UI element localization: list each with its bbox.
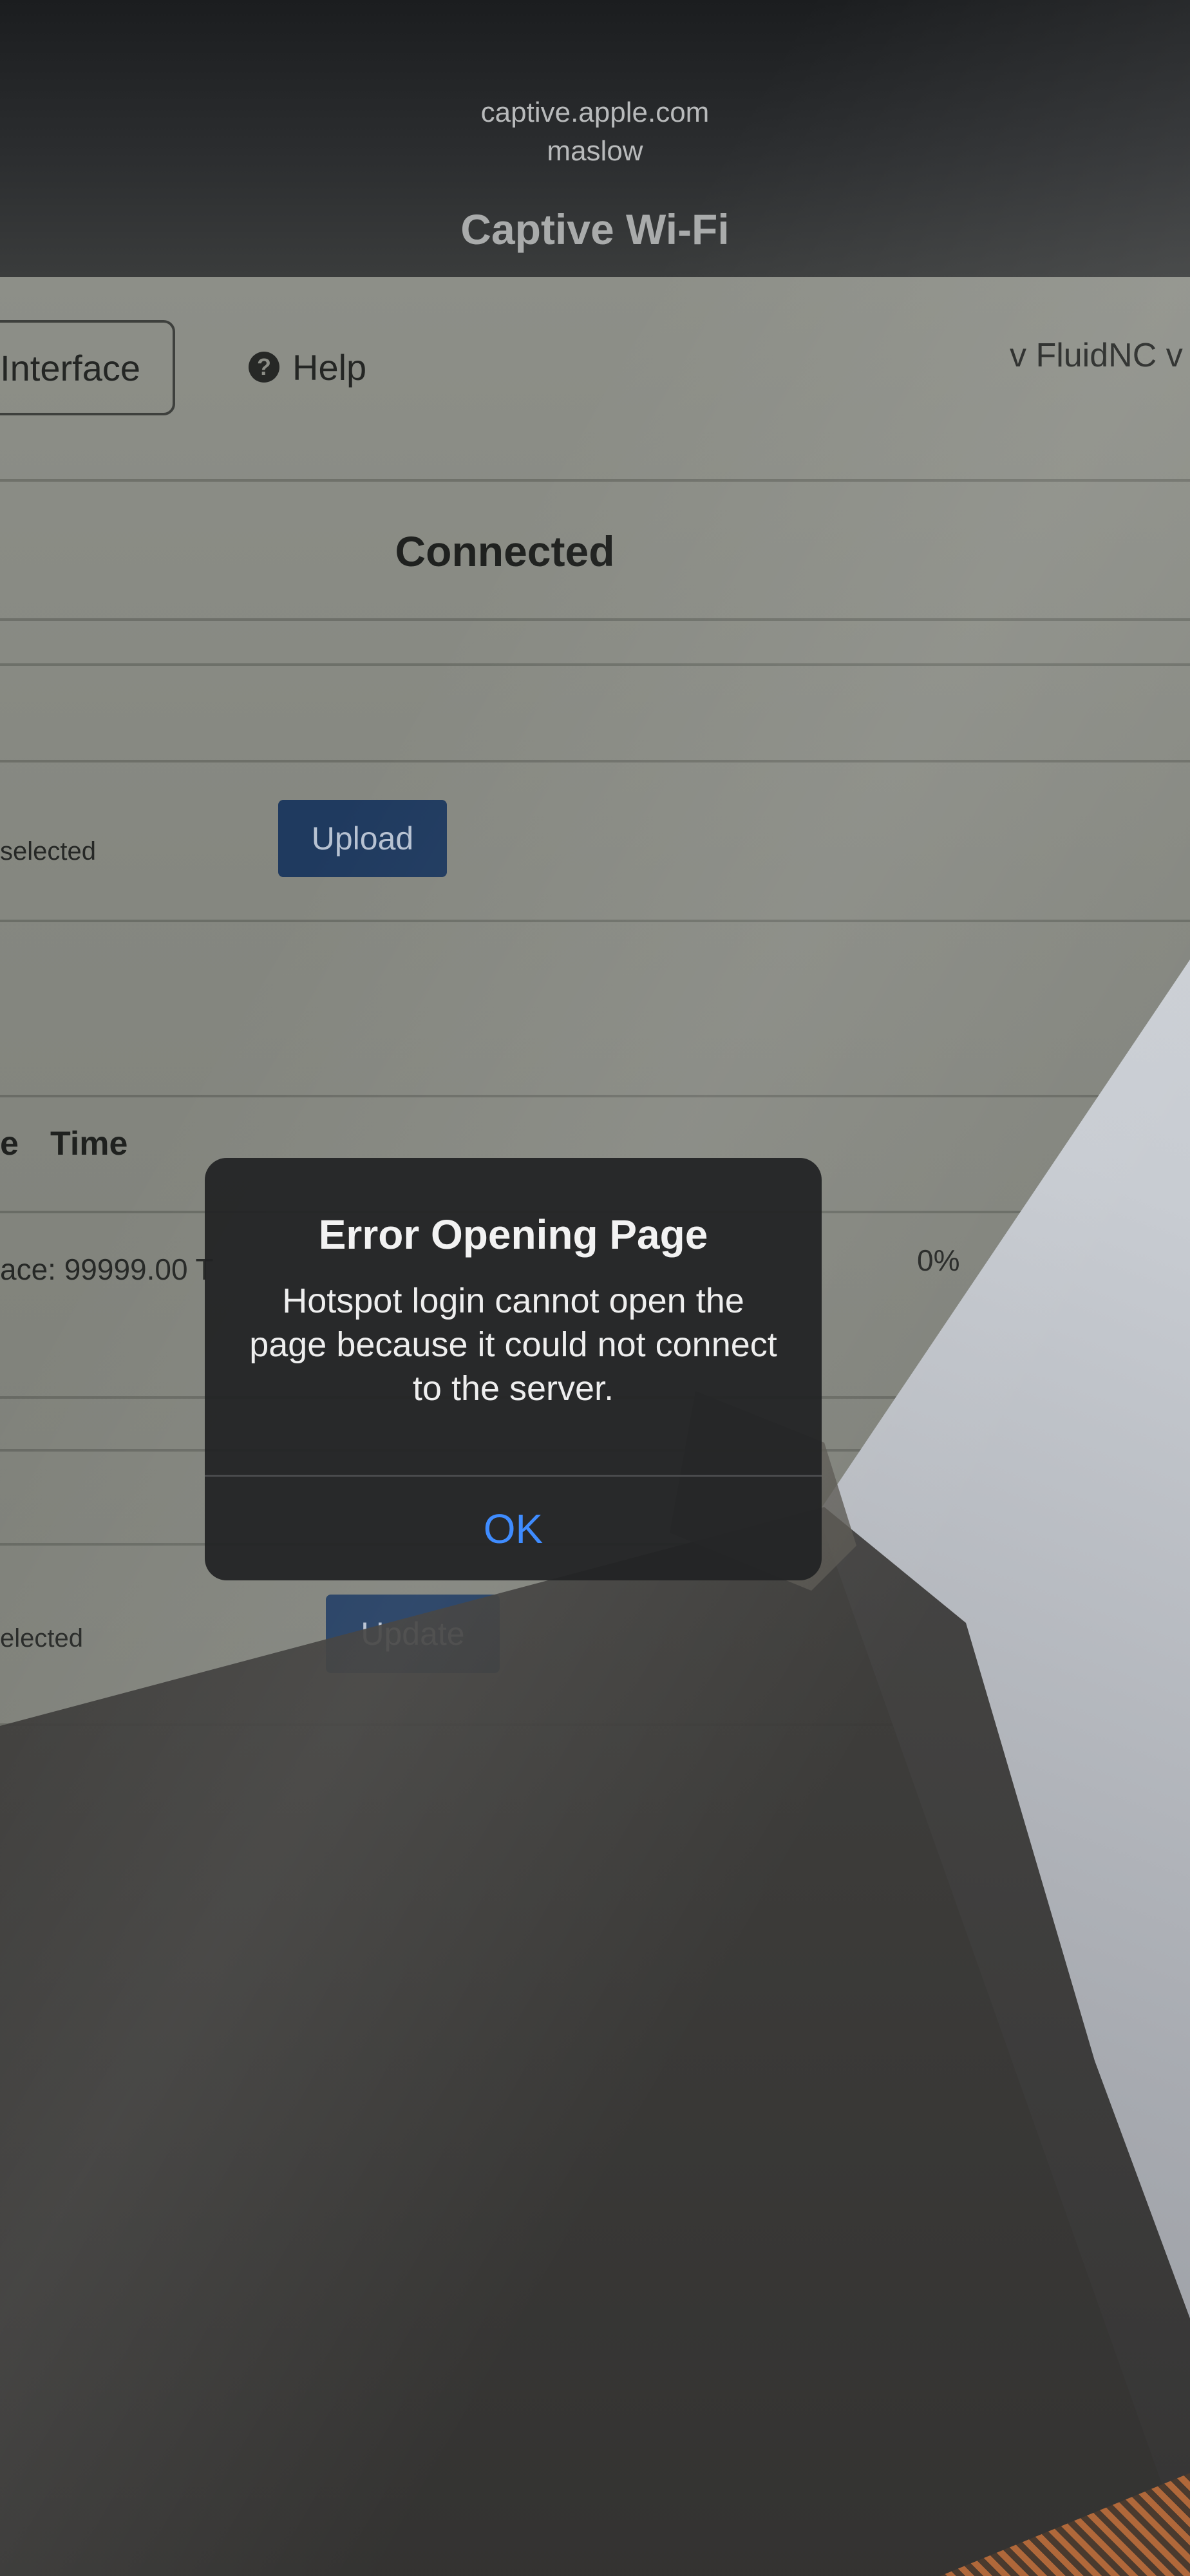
divider [0, 1095, 1190, 1097]
distance-value: ace: 99999.00 T [0, 1253, 214, 1286]
progress-value: 0% [917, 1244, 960, 1277]
network-name: maslow [547, 135, 643, 167]
photo-of-screen: captive.apple.com maslow Captive Wi-Fi I… [0, 0, 1190, 2576]
ok-button[interactable]: OK [205, 1477, 822, 1580]
nav-help-link[interactable]: ? Help [249, 341, 366, 393]
help-icon: ? [249, 352, 279, 383]
connection-status: Connected [395, 527, 615, 575]
divider [0, 760, 1190, 762]
header-title: Captive Wi-Fi [460, 205, 730, 253]
upload-button[interactable]: Upload [278, 800, 447, 877]
column-header-e: e [0, 1125, 19, 1162]
alert-message: Hotspot login cannot open the page becau… [249, 1282, 777, 1408]
nav-interface-label: Interface [0, 347, 140, 388]
firmware-file-status: elected [0, 1624, 83, 1653]
divider [0, 618, 1190, 621]
ok-label: OK [483, 1505, 543, 1552]
captive-host: captive.apple.com [480, 97, 710, 128]
alert-title: Error Opening Page [318, 1211, 708, 1258]
captive-wifi-header: captive.apple.com maslow Captive Wi-Fi [0, 0, 1190, 277]
nav-interface-tab[interactable]: Interface [0, 320, 175, 415]
divider [0, 920, 1190, 922]
divider [0, 663, 1190, 666]
upload-label: Upload [311, 820, 414, 857]
file-selection-status: selected [0, 837, 96, 866]
nav-help-label: Help [292, 346, 367, 388]
divider [0, 479, 1190, 482]
column-header-time: Time [50, 1125, 128, 1162]
firmware-version: v FluidNC v [1010, 337, 1183, 374]
error-alert-dialog: Error Opening Page Hotspot login cannot … [205, 1158, 822, 1580]
